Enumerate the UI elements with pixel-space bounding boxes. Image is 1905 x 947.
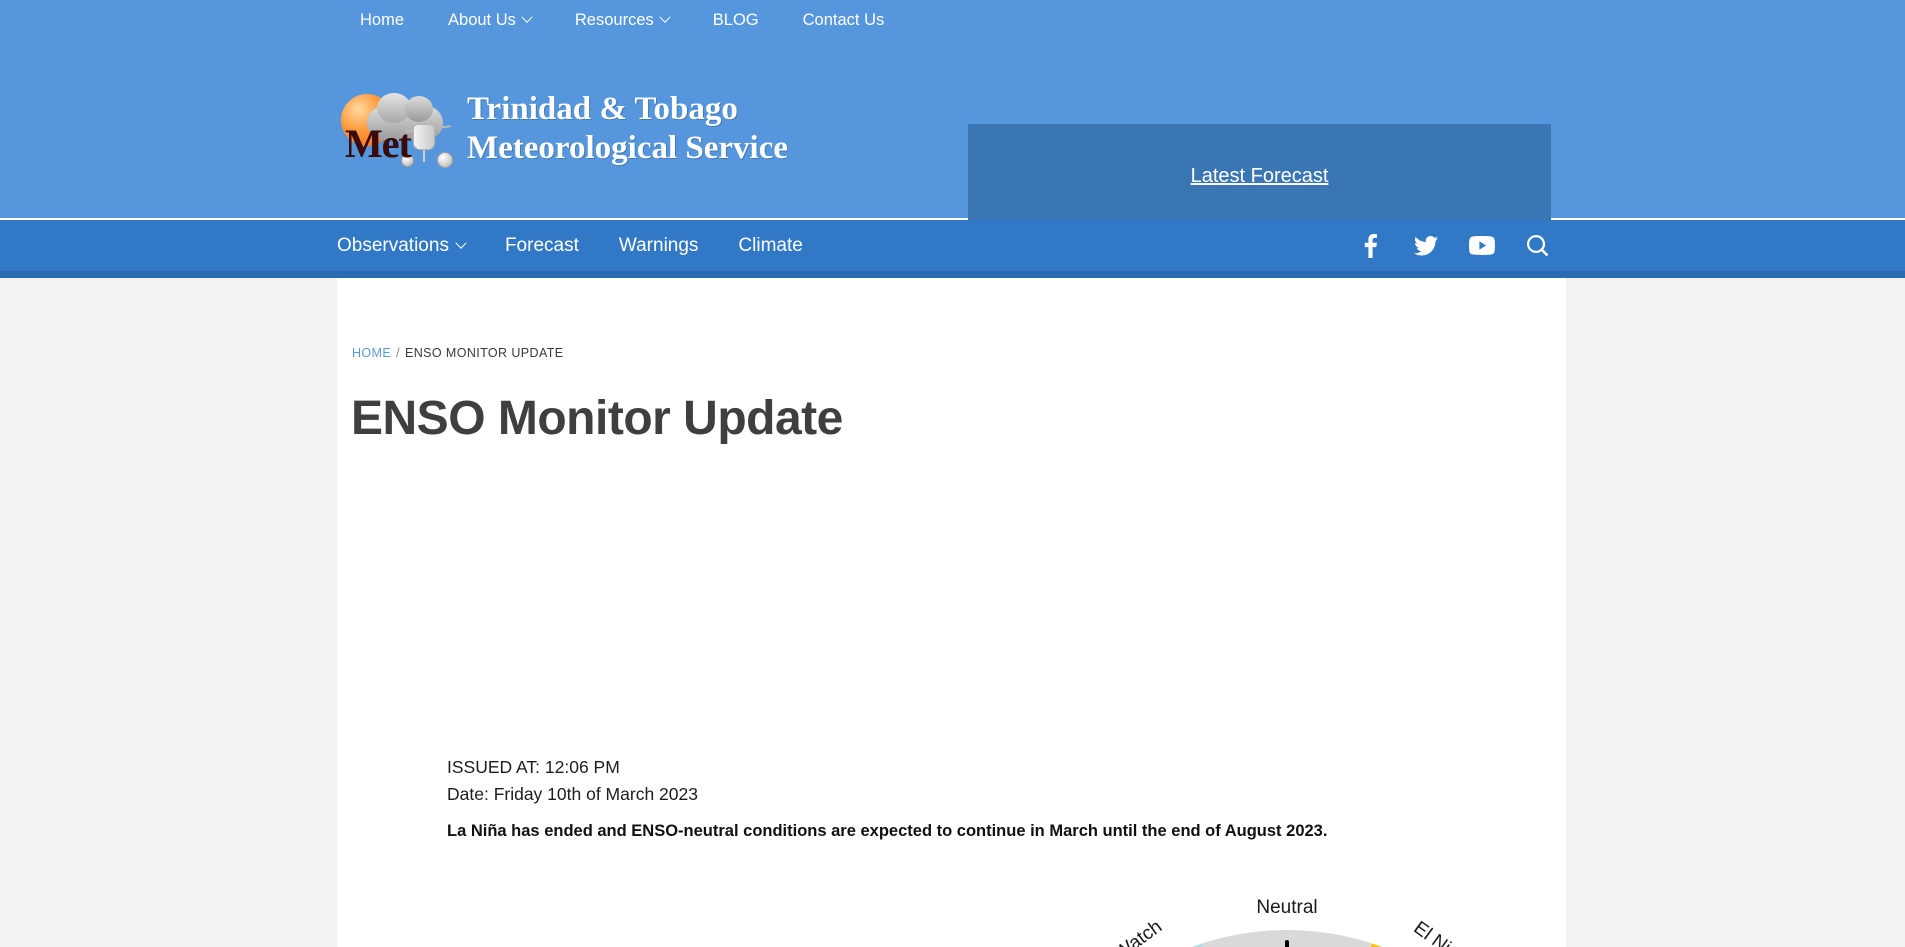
social-links [1342, 220, 1566, 271]
gauge-label-neutral: Neutral [1256, 897, 1317, 918]
topnav-item-about-us[interactable]: About Us [448, 10, 533, 30]
breadcrumb-separator: / [396, 346, 400, 360]
content-column: HOME / ENSO MONITOR UPDATE ENSO Monitor Up… [337, 278, 1566, 947]
twitter-icon [1414, 235, 1438, 255]
brand-title: Trinidad & Tobago Meteorological Service [467, 91, 788, 166]
latest-forecast-button[interactable]: Latest Forecast [968, 124, 1551, 228]
latest-forecast-label: Latest Forecast [1190, 164, 1329, 187]
facebook-icon [1364, 233, 1377, 258]
page-body: HOME / ENSO MONITOR UPDATE ENSO Monitor Up… [0, 278, 1905, 947]
twitter-link[interactable] [1398, 220, 1454, 271]
main-navigation-bar: Observations Forecast Warnings Climate [0, 220, 1905, 278]
nav-item-forecast[interactable]: Forecast [505, 235, 579, 257]
topnav-item-label: About Us [448, 10, 516, 29]
top-utility-bar: Home About Us Resources BLOG Contact Us [0, 0, 1905, 40]
topnav-item-blog[interactable]: BLOG [713, 11, 759, 30]
met-logo[interactable]: Met [337, 86, 455, 172]
nav-item-label: Warnings [618, 234, 699, 256]
gauge-svg: La NinaLa Nina WatchNeutralEl Nino Watch… [1053, 897, 1519, 947]
topnav-item-label: Resources [574, 10, 654, 29]
gauge-label-el-nino-watch: El Nino Watch [1410, 917, 1519, 947]
facebook-link[interactable] [1342, 220, 1398, 271]
page-title: ENSO Monitor Update [351, 392, 843, 445]
breadcrumb: HOME / ENSO MONITOR UPDATE [352, 346, 564, 360]
chevron-down-icon [659, 11, 671, 23]
chevron-down-icon [455, 237, 467, 249]
youtube-icon [1469, 236, 1495, 255]
chevron-down-icon [521, 11, 533, 23]
breadcrumb-home-link[interactable]: HOME [352, 346, 391, 360]
rain-gauge-icon [413, 124, 435, 150]
search-icon [1527, 234, 1549, 256]
enso-statement: La Niña has ended and ENSO-neutral condi… [447, 822, 1328, 840]
main-nav-inner: Observations Forecast Warnings Climate [337, 220, 1566, 271]
nav-item-warnings[interactable]: Warnings [619, 235, 699, 257]
brand-header-band: Met Trinidad & Tobago Meteorological Ser… [0, 40, 1905, 228]
topnav-item-contact-us[interactable]: Contact Us [803, 11, 885, 30]
issue-info-block: ISSUED AT: 12:06 PM Date: Friday 10th of… [447, 754, 698, 808]
nav-item-label: Forecast [504, 234, 579, 256]
topnav-item-label: Contact Us [802, 10, 885, 29]
topnav-item-label: BLOG [712, 10, 759, 29]
topnav-item-resources[interactable]: Resources [574, 10, 671, 30]
anemometer-cup-icon [437, 152, 453, 168]
youtube-link[interactable] [1454, 220, 1510, 271]
nav-item-label: Observations [337, 234, 449, 256]
nav-item-observations[interactable]: Observations [337, 234, 467, 257]
issue-date-text: Date: Friday 10th of March 2023 [447, 783, 698, 804]
nav-item-label: Climate [738, 234, 803, 256]
breadcrumb-current: ENSO MONITOR UPDATE [404, 346, 564, 360]
enso-gauge-chart: La NinaLa Nina WatchNeutralEl Nino Watch… [957, 890, 1617, 947]
nav-item-climate[interactable]: Climate [738, 235, 802, 257]
gauge-label-la-nina-watch: La Nina Watch [1053, 916, 1166, 947]
issued-at-text: ISSUED AT: 12:06 PM [447, 757, 620, 777]
topnav-item-home[interactable]: Home [360, 11, 404, 30]
met-logo-text: Met [345, 121, 412, 166]
search-button[interactable] [1510, 220, 1566, 271]
topnav-item-label: Home [360, 10, 405, 29]
